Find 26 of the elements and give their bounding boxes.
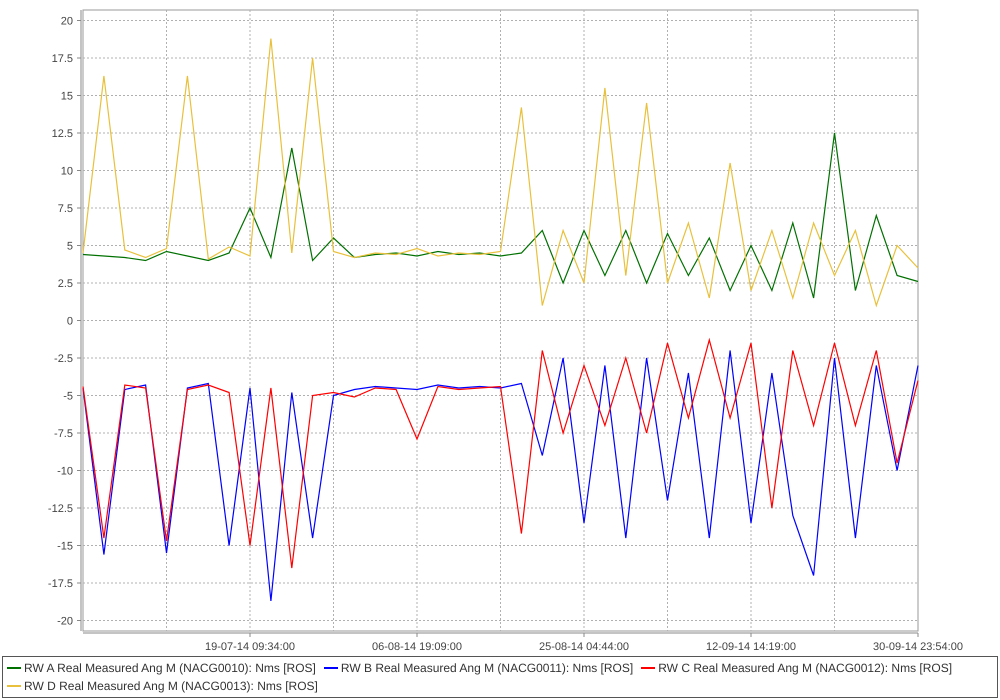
y-tick-label: -10 [57, 466, 73, 478]
y-tick-label: 0 [66, 316, 73, 328]
y-tick-label: 5 [66, 240, 73, 252]
y-tick-label: -12.5 [48, 503, 73, 515]
y-tick-label: -15 [57, 540, 73, 552]
x-tick-label: 25-08-14 04:44:00 [539, 641, 629, 653]
y-tick-label: 20 [60, 16, 73, 28]
y-tick-label: -7.5 [54, 428, 73, 440]
legend-label: RW B Real Measured Ang M (NACG0011): Nms [ROS] [340, 661, 634, 675]
x-tick-label: 30-09-14 23:54:00 [873, 641, 963, 653]
y-tick-label: -20 [57, 616, 73, 628]
x-tick-label: 19-07-14 09:34:00 [205, 641, 295, 653]
y-tick-label: 7.5 [58, 203, 73, 215]
legend-label: RW D Real Measured Ang M (NACG0013): Nms [ROS] [24, 679, 318, 693]
y-tick-label: 12.5 [52, 128, 73, 140]
y-tick-label: -5 [63, 390, 73, 402]
y-tick-label: -2.5 [54, 353, 73, 365]
y-tick-label: 17.5 [52, 53, 73, 65]
legend-label: RW C Real Measured Ang M (NACG0012): Nms [ROS] [658, 661, 952, 675]
y-tick-label: -17.5 [48, 578, 73, 590]
y-tick-label: 2.5 [58, 278, 73, 290]
y-tick-label: 10 [60, 166, 73, 178]
x-tick-label: 06-08-14 19:09:00 [372, 641, 462, 653]
y-tick-label: 15 [60, 90, 73, 102]
x-tick-label: 12-09-14 14:19:00 [706, 641, 796, 653]
legend-label: RW A Real Measured Ang M (NACG0010): Nms [ROS] [24, 661, 316, 675]
